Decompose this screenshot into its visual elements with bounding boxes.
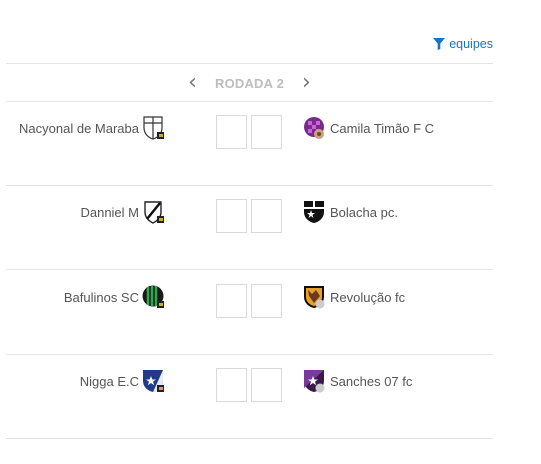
away-team-shield-icon — [303, 115, 327, 141]
home-team-shield-icon — [142, 284, 166, 310]
away-team: Camila Timão F C — [303, 115, 434, 141]
match-row: Nacyonal de Maraba Camila Timão F C — [0, 115, 499, 155]
home-team: Nacyonal de Maraba — [19, 115, 166, 141]
away-team: Sanches 07 fc — [303, 368, 412, 394]
round-navigator: ‹ RODADA 2 › — [0, 72, 499, 94]
chevron-left-icon[interactable]: ‹ — [188, 72, 197, 94]
filter-icon — [433, 38, 446, 50]
match-row: Nigga E.C Sanches 07 fc — [0, 368, 499, 408]
home-score-input[interactable] — [216, 199, 247, 233]
home-team-name: Danniel M — [80, 204, 139, 220]
home-score-input[interactable] — [216, 368, 247, 402]
divider — [6, 63, 493, 64]
away-score-input[interactable] — [251, 115, 282, 149]
away-team-shield-icon — [303, 284, 327, 310]
filter-label: equipes — [449, 37, 493, 51]
match-row: Bafulinos SC Revolução fc — [0, 284, 499, 324]
chevron-right-icon[interactable]: › — [302, 72, 311, 94]
away-team: Revolução fc — [303, 284, 405, 310]
home-score-input[interactable] — [216, 115, 247, 149]
away-team-shield-icon — [303, 199, 327, 225]
home-team-shield-icon — [142, 368, 166, 394]
away-team-name: Camila Timão F C — [330, 120, 435, 136]
divider — [6, 185, 493, 186]
divider — [6, 354, 493, 355]
divider — [6, 269, 493, 270]
home-team-name: Bafulinos SC — [63, 289, 139, 305]
away-score-input[interactable] — [251, 199, 282, 233]
home-score-input[interactable] — [216, 284, 247, 318]
home-team: Nigga E.C — [80, 368, 166, 394]
home-team-shield-icon — [142, 115, 166, 141]
home-team: Bafulinos SC — [64, 284, 166, 310]
divider — [6, 438, 493, 439]
away-score-input[interactable] — [251, 284, 282, 318]
home-team-name: Nacyonal de Maraba — [19, 120, 139, 136]
round-title: RODADA 2 — [214, 75, 284, 91]
away-team-shield-icon — [303, 368, 327, 394]
home-team: Danniel M — [80, 199, 166, 225]
away-team: Bolacha pc. — [303, 199, 398, 225]
filter-teams-button[interactable]: equipes — [433, 35, 493, 53]
away-team-name: Revolução fc — [330, 289, 406, 305]
away-team-name: Bolacha pc. — [330, 204, 398, 220]
home-team-shield-icon — [142, 199, 166, 225]
divider — [6, 101, 493, 102]
away-score-input[interactable] — [251, 368, 282, 402]
match-row: Danniel M Bolacha pc. — [0, 199, 499, 239]
home-team-name: Nigga E.C — [79, 373, 139, 389]
away-team-name: Sanches 07 fc — [330, 373, 413, 389]
